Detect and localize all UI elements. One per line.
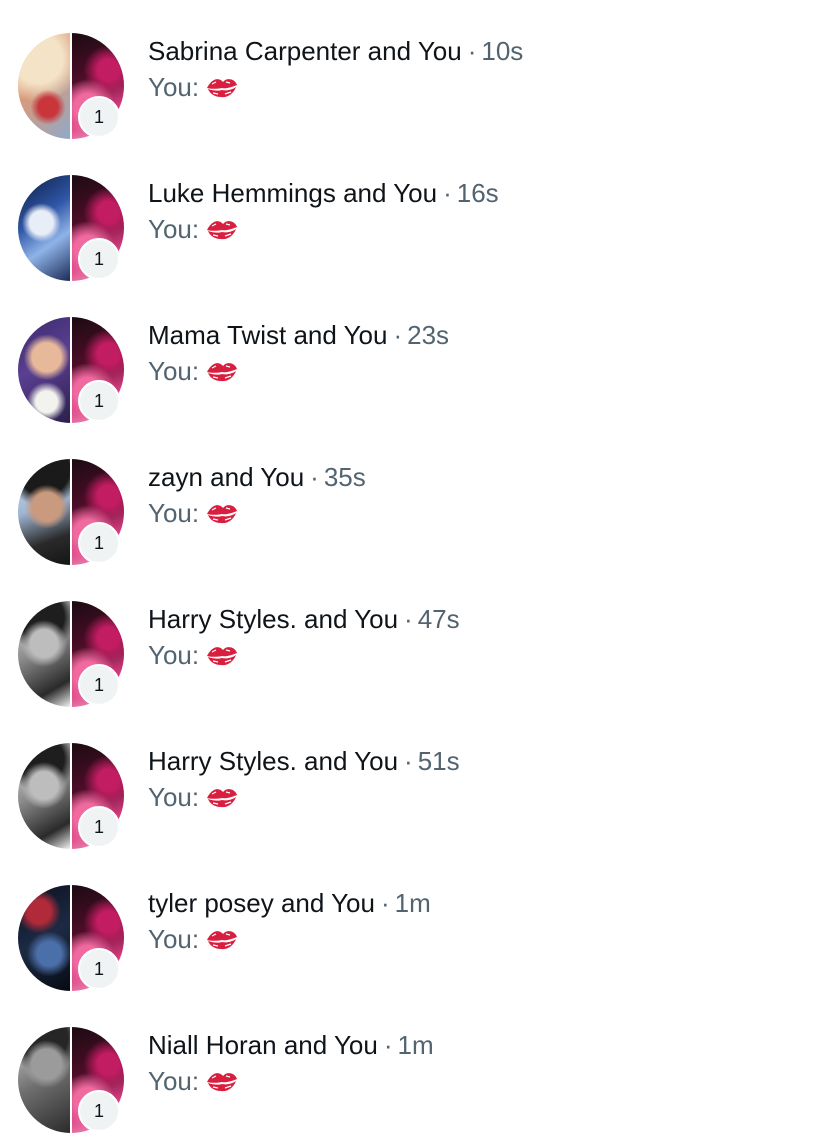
conversation-name: Harry Styles. and You: [148, 746, 399, 776]
conversation-time: 35s: [323, 462, 366, 492]
conversation-row[interactable]: 1 Sabrina Carpenter and You · 10s You:: [0, 0, 828, 142]
message-preview: You:: [148, 354, 239, 388]
conversation-title: Niall Horan and You · 1m: [148, 1028, 434, 1062]
conversation-title: Mama Twist and You · 23s: [148, 318, 449, 352]
message-preview: You:: [148, 780, 239, 814]
kiss-mark-icon: [205, 500, 239, 526]
participant-avatar: [18, 33, 70, 139]
kiss-mark-icon: [205, 74, 239, 100]
conversation-name: Harry Styles. and You: [148, 604, 399, 634]
kiss-mark-icon: [205, 642, 239, 668]
participant-count-badge: 1: [78, 948, 120, 990]
participant-count-badge: 1: [78, 522, 120, 564]
participant-avatar: [18, 175, 70, 281]
separator-dot: ·: [383, 1030, 393, 1060]
preview-sender: You:: [148, 356, 200, 386]
conversation-name: Niall Horan and You: [148, 1030, 378, 1060]
separator-dot: ·: [404, 604, 413, 634]
preview-sender: You:: [148, 498, 200, 528]
conversation-row[interactable]: 1 zayn and You · 35s You:: [0, 426, 828, 568]
conversation-time: 51s: [417, 746, 460, 776]
participant-count-badge: 1: [78, 380, 120, 422]
conversation-title: zayn and You · 35s: [148, 460, 366, 494]
message-preview: You:: [148, 70, 239, 104]
participant-avatar: [18, 601, 70, 707]
conversation-row[interactable]: 1 Luke Hemmings and You · 16s You:: [0, 142, 828, 284]
kiss-mark-icon: [205, 926, 239, 952]
message-preview: You:: [148, 212, 239, 246]
participant-count-badge: 1: [78, 664, 120, 706]
conversation-time: 23s: [407, 320, 450, 350]
preview-sender: You:: [148, 1066, 200, 1096]
conversation-row[interactable]: 1 Harry Styles. and You · 51s You:: [0, 710, 828, 852]
kiss-mark-icon: [205, 784, 239, 810]
preview-sender: You:: [148, 214, 200, 244]
conversation-title: Luke Hemmings and You · 16s: [148, 176, 499, 210]
conversation-title: Sabrina Carpenter and You · 10s: [148, 34, 523, 68]
participant-avatar: [18, 459, 70, 565]
conversation-time: 16s: [456, 178, 499, 208]
conversation-name: Mama Twist and You: [148, 320, 388, 350]
message-preview: You:: [148, 922, 239, 956]
kiss-mark-icon: [205, 358, 239, 384]
separator-dot: ·: [404, 746, 413, 776]
participant-avatar: [18, 885, 70, 991]
participant-avatar: [18, 1027, 70, 1133]
separator-dot: ·: [310, 462, 319, 492]
participant-avatar: [18, 317, 70, 423]
conversation-row[interactable]: 1 Niall Horan and You · 1m You:: [0, 994, 828, 1136]
participant-count-badge: 1: [78, 1090, 120, 1132]
participant-avatar: [18, 743, 70, 849]
message-preview: You:: [148, 638, 239, 672]
participant-count-badge: 1: [78, 96, 120, 138]
conversation-row[interactable]: 1 tyler posey and You · 1m You:: [0, 852, 828, 994]
message-preview: You:: [148, 496, 239, 530]
participant-count-badge: 1: [78, 806, 120, 848]
conversation-time: 10s: [481, 36, 524, 66]
conversation-row[interactable]: 1 Harry Styles. and You · 47s You:: [0, 568, 828, 710]
participant-count-badge: 1: [78, 238, 120, 280]
separator-dot: ·: [393, 320, 403, 350]
conversation-name: Sabrina Carpenter and You: [148, 36, 462, 66]
conversation-title: Harry Styles. and You · 47s: [148, 602, 460, 636]
kiss-mark-icon: [205, 1068, 239, 1094]
preview-sender: You:: [148, 640, 200, 670]
preview-sender: You:: [148, 924, 200, 954]
conversation-row[interactable]: 1 Mama Twist and You · 23s You:: [0, 284, 828, 426]
conversation-time: 47s: [417, 604, 460, 634]
separator-dot: ·: [443, 178, 452, 208]
kiss-mark-icon: [205, 216, 239, 242]
conversation-name: zayn and You: [148, 462, 305, 492]
message-preview: You:: [148, 1064, 239, 1098]
conversation-title: tyler posey and You · 1m: [148, 886, 431, 920]
conversation-name: Luke Hemmings and You: [148, 178, 438, 208]
conversation-time: 1m: [394, 888, 431, 918]
conversation-time: 1m: [397, 1030, 434, 1060]
conversation-name: tyler posey and You: [148, 888, 375, 918]
separator-dot: ·: [467, 36, 477, 66]
preview-sender: You:: [148, 782, 200, 812]
conversation-title: Harry Styles. and You · 51s: [148, 744, 460, 778]
separator-dot: ·: [380, 888, 390, 918]
preview-sender: You:: [148, 72, 200, 102]
